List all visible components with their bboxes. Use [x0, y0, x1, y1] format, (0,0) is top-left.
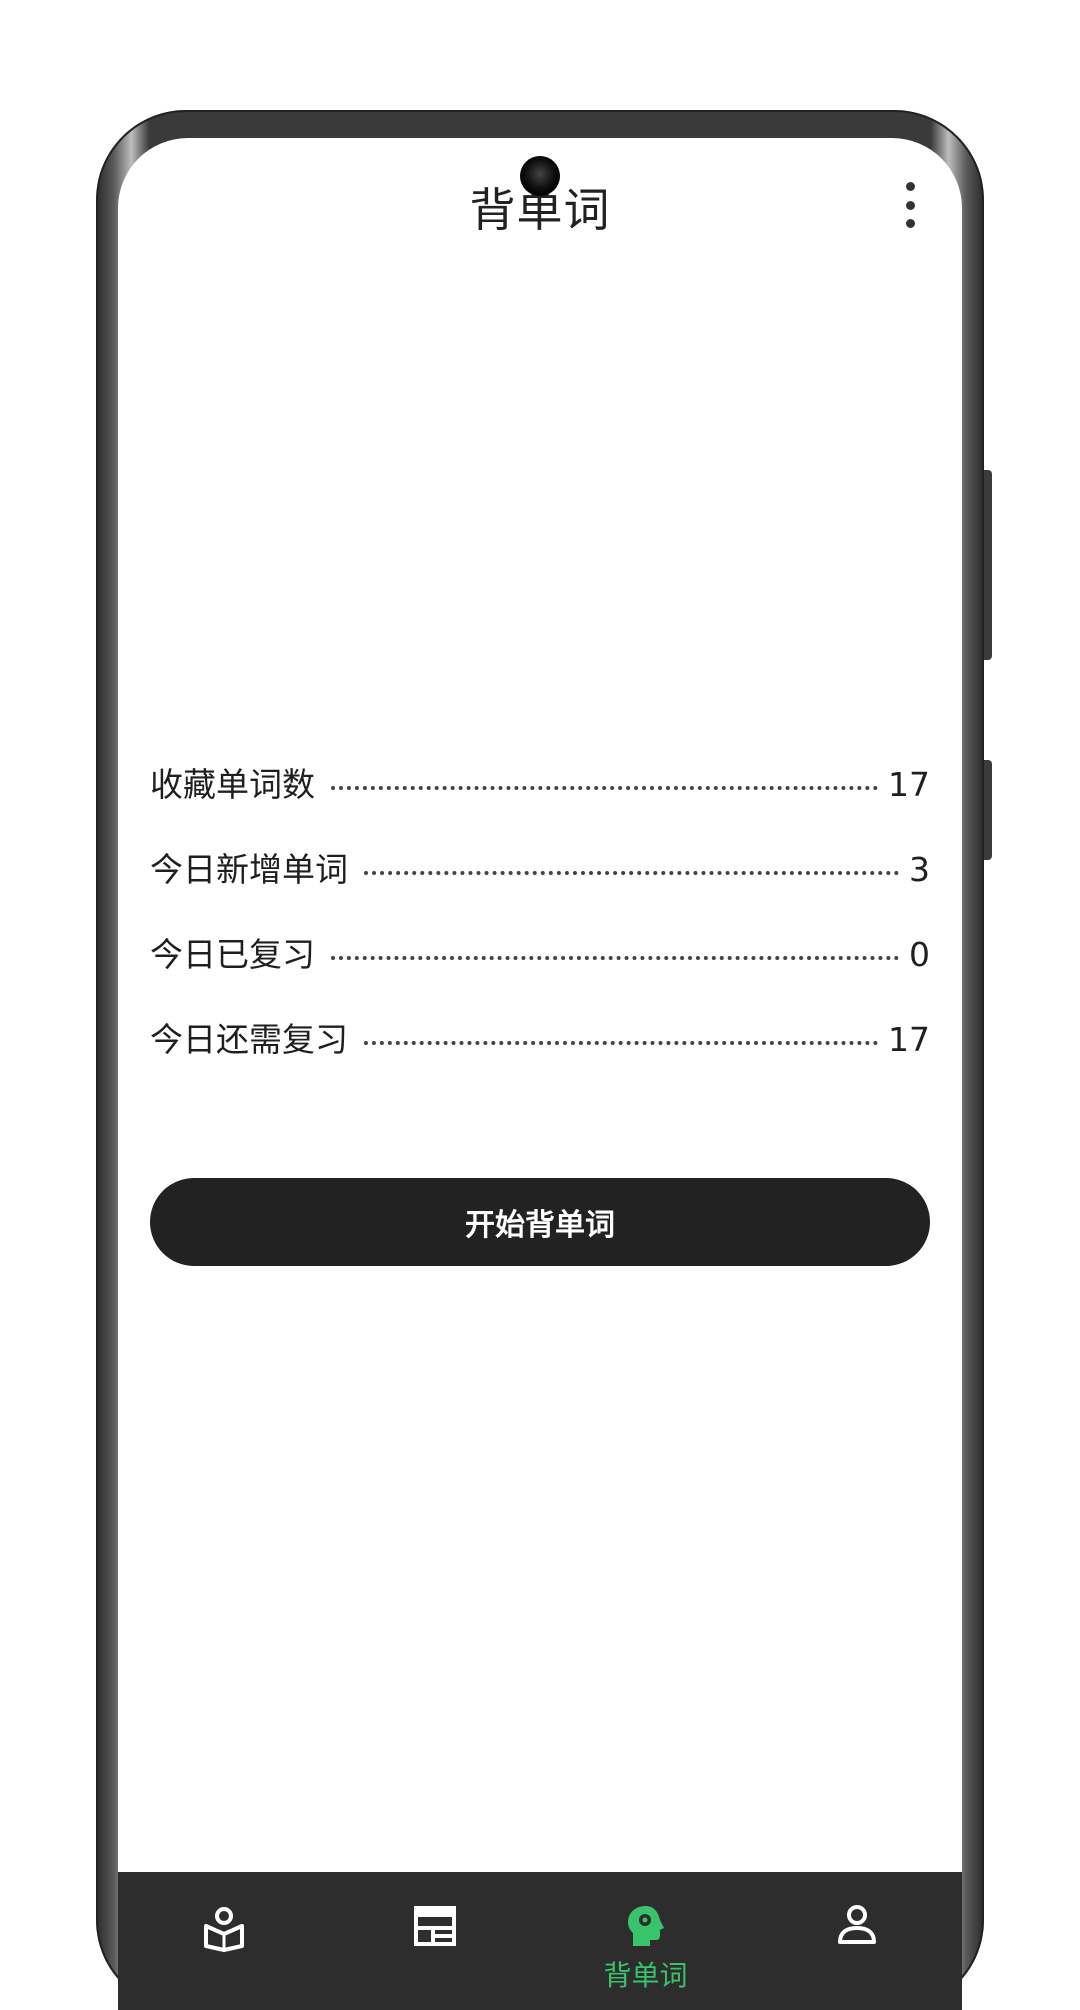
power-button	[984, 760, 992, 860]
book-reader-icon	[203, 1907, 244, 1952]
calendar-table-icon	[413, 1906, 456, 1946]
stat-label: 今日已复习	[150, 935, 315, 974]
stat-value: 17	[888, 1020, 930, 1059]
stat-label: 今日还需复习	[150, 1020, 348, 1059]
stat-label: 今日新增单词	[150, 850, 348, 889]
dotted-leader	[364, 1041, 878, 1045]
stat-value: 0	[909, 935, 930, 974]
tab-profile[interactable]	[751, 1872, 962, 2010]
bottom-tab-bar: 背单词	[118, 1872, 962, 2010]
user-icon	[837, 1905, 876, 1944]
stats-list: 收藏单词数 17 今日新增单词 3 今日已复习 0 今日还需复习 17	[150, 758, 930, 1098]
tab-reading[interactable]	[118, 1872, 329, 2010]
stat-row-new-today: 今日新增单词 3	[150, 843, 930, 928]
more-vert-icon[interactable]	[900, 182, 920, 228]
stat-row-reviewed-today: 今日已复习 0	[150, 928, 930, 1013]
tab-calendar[interactable]	[329, 1872, 540, 2010]
phone-frame: 背单词 收藏单词数 17 今日新增单词 3 今日已复习 0 今日还需复习 17 …	[96, 110, 992, 2010]
tab-label: 背单词	[603, 1959, 688, 1992]
dotted-leader	[364, 871, 899, 875]
tab-vocabulary[interactable]: 背单词	[540, 1872, 751, 2010]
dotted-leader	[331, 956, 899, 960]
stat-row-favorites: 收藏单词数 17	[150, 758, 930, 843]
stat-value: 3	[909, 850, 930, 889]
stat-row-to-review: 今日还需复习 17	[150, 1013, 930, 1098]
volume-button	[984, 470, 992, 660]
stat-value: 17	[888, 765, 930, 804]
app-screen: 背单词 收藏单词数 17 今日新增单词 3 今日已复习 0 今日还需复习 17 …	[118, 138, 962, 2010]
front-camera	[520, 156, 560, 196]
head-gear-icon	[627, 1906, 664, 1946]
start-review-button[interactable]: 开始背单词	[150, 1178, 930, 1266]
stat-label: 收藏单词数	[150, 765, 315, 804]
dotted-leader	[331, 786, 878, 790]
